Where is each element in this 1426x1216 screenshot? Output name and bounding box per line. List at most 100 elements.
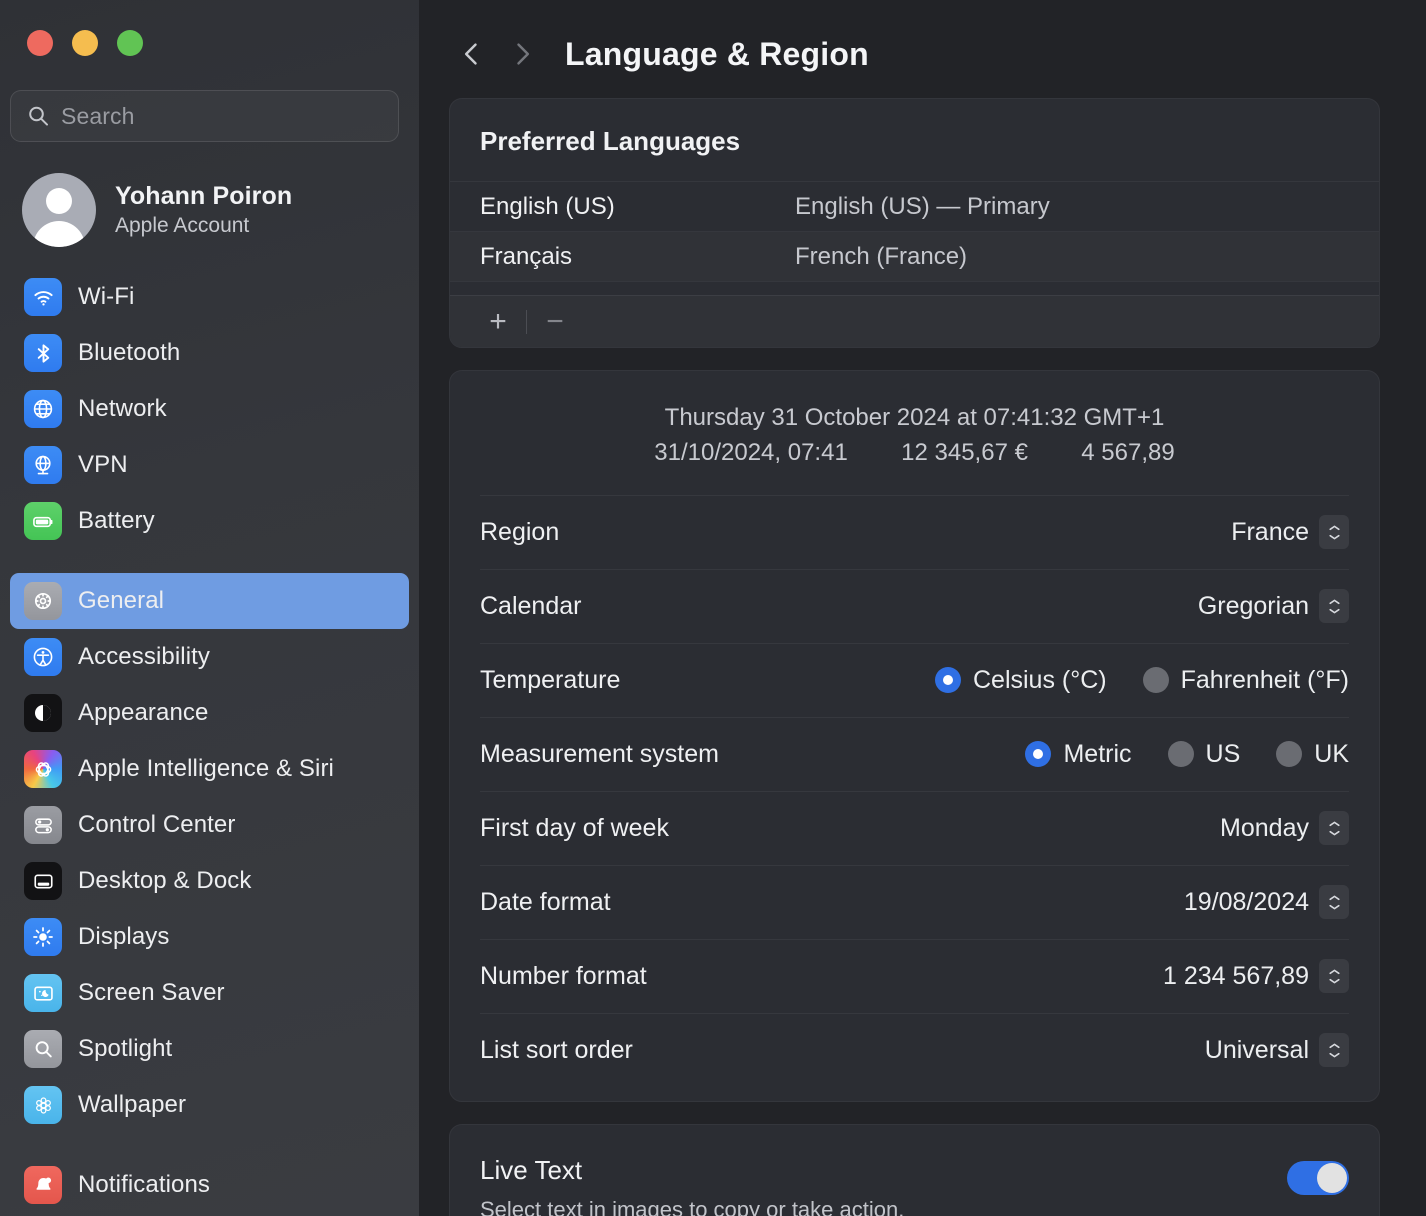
measurement-option-uk[interactable]: UK bbox=[1276, 740, 1349, 769]
setting-label: Date format bbox=[480, 888, 611, 917]
globe-icon bbox=[24, 390, 62, 428]
sidebar-item-label: Control Center bbox=[78, 811, 235, 839]
sidebar-item-notifications[interactable]: Notifications bbox=[10, 1157, 409, 1213]
temperature-option-fahrenheit[interactable]: Fahrenheit (°F) bbox=[1143, 666, 1349, 695]
sidebar-item-apple-intelligence-siri[interactable]: Apple Intelligence & Siri bbox=[10, 741, 409, 797]
setting-row-calendar: Calendar Gregorian bbox=[480, 569, 1349, 643]
region-stepper[interactable] bbox=[1319, 515, 1349, 549]
preview-long-date: Thursday 31 October 2024 at 07:41:32 GMT… bbox=[480, 401, 1349, 436]
preview-short-date: 31/10/2024, 07:41 bbox=[654, 436, 848, 471]
account-name: Yohann Poiron bbox=[115, 182, 292, 211]
measurement-option-metric[interactable]: Metric bbox=[1025, 740, 1131, 769]
sidebar-item-control-center[interactable]: Control Center bbox=[10, 797, 409, 853]
setting-row-first-day-of-week: First day of week Monday bbox=[480, 791, 1349, 865]
back-button[interactable] bbox=[449, 31, 495, 77]
vpn-globe-icon bbox=[24, 446, 62, 484]
table-row[interactable]: English (US) English (US) — Primary bbox=[450, 181, 1379, 231]
screen-saver-icon bbox=[24, 974, 62, 1012]
live-text-panel: Live Text Select text in images to copy … bbox=[449, 1124, 1380, 1216]
sidebar-item-screen-saver[interactable]: Screen Saver bbox=[10, 965, 409, 1021]
desktop-dock-icon bbox=[24, 862, 62, 900]
setting-value: 19/08/2024 bbox=[1184, 888, 1309, 917]
sidebar-item-desktop-dock[interactable]: Desktop & Dock bbox=[10, 853, 409, 909]
page-title: Language & Region bbox=[565, 36, 869, 73]
format-preview: Thursday 31 October 2024 at 07:41:32 GMT… bbox=[450, 371, 1379, 495]
sidebar-group-network: Wi-Fi Bluetooth bbox=[10, 269, 409, 549]
first-day-stepper[interactable] bbox=[1319, 811, 1349, 845]
remove-language-button[interactable]: − bbox=[533, 307, 577, 337]
calendar-stepper[interactable] bbox=[1319, 589, 1349, 623]
temperature-option-celsius[interactable]: Celsius (°C) bbox=[935, 666, 1107, 695]
sidebar-item-label: Battery bbox=[78, 507, 155, 535]
wallpaper-icon bbox=[24, 1086, 62, 1124]
sidebar-item-displays[interactable]: Displays bbox=[10, 909, 409, 965]
radio-button[interactable] bbox=[935, 667, 961, 693]
live-text-toggle[interactable] bbox=[1287, 1161, 1349, 1195]
region-formats-panel: Thursday 31 October 2024 at 07:41:32 GMT… bbox=[449, 370, 1380, 1102]
toolbar: Language & Region bbox=[419, 0, 1426, 86]
language-name: English (US) bbox=[480, 193, 795, 221]
apple-account-row[interactable]: Yohann Poiron Apple Account bbox=[0, 142, 419, 247]
sidebar-nav: Wi-Fi Bluetooth bbox=[0, 247, 419, 1213]
setting-label: Number format bbox=[480, 962, 647, 991]
sidebar-item-accessibility[interactable]: Accessibility bbox=[10, 629, 409, 685]
sidebar-item-label: VPN bbox=[78, 451, 128, 479]
toggle-knob bbox=[1317, 1163, 1347, 1193]
live-text-title: Live Text bbox=[480, 1155, 904, 1186]
sidebar-group-notifications: Notifications bbox=[10, 1157, 409, 1213]
sidebar-item-label: Wi-Fi bbox=[78, 283, 134, 311]
setting-row-number-format: Number format 1 234 567,89 bbox=[480, 939, 1349, 1013]
table-row[interactable]: Français French (France) bbox=[450, 231, 1379, 281]
sidebar-item-wi-fi[interactable]: Wi-Fi bbox=[10, 269, 409, 325]
appearance-icon bbox=[24, 694, 62, 732]
minimize-button[interactable] bbox=[72, 30, 98, 56]
setting-value: France bbox=[1231, 518, 1309, 547]
live-text-row: Live Text Select text in images to copy … bbox=[450, 1125, 1379, 1216]
radio-button[interactable] bbox=[1276, 741, 1302, 767]
radio-button[interactable] bbox=[1025, 741, 1051, 767]
date-format-stepper[interactable] bbox=[1319, 885, 1349, 919]
radio-button[interactable] bbox=[1168, 741, 1194, 767]
sidebar-item-label: Bluetooth bbox=[78, 339, 180, 367]
measurement-option-us[interactable]: US bbox=[1168, 740, 1241, 769]
system-settings-window: ❯ ❮ ❮ Search bbox=[0, 0, 1426, 1216]
sidebar-item-general[interactable]: General bbox=[10, 573, 409, 629]
window-traffic-lights bbox=[0, 0, 419, 56]
sidebar-item-bluetooth[interactable]: Bluetooth bbox=[10, 325, 409, 381]
sidebar-item-label: Screen Saver bbox=[78, 979, 225, 1007]
sidebar-item-network[interactable]: Network bbox=[10, 381, 409, 437]
live-text-subtitle: Select text in images to copy or take ac… bbox=[480, 1197, 904, 1216]
radio-label: Celsius (°C) bbox=[973, 666, 1107, 695]
search-input[interactable]: Search bbox=[10, 90, 399, 142]
setting-label: Region bbox=[480, 518, 559, 547]
sidebar-item-label: Apple Intelligence & Siri bbox=[78, 755, 334, 783]
setting-row-region: Region France bbox=[480, 495, 1349, 569]
sidebar-item-wallpaper[interactable]: Wallpaper bbox=[10, 1077, 409, 1133]
add-language-button[interactable]: + bbox=[476, 307, 520, 337]
sidebar-divider-2 bbox=[10, 1133, 409, 1157]
close-button[interactable] bbox=[27, 30, 53, 56]
battery-icon bbox=[24, 502, 62, 540]
sidebar-group-system: General Accessibility bbox=[10, 573, 409, 1133]
setting-row-date-format: Date format 19/08/2024 bbox=[480, 865, 1349, 939]
setting-value: Gregorian bbox=[1198, 592, 1309, 621]
sidebar-item-spotlight[interactable]: Spotlight bbox=[10, 1021, 409, 1077]
list-sort-order-stepper[interactable] bbox=[1319, 1033, 1349, 1067]
zoom-button[interactable] bbox=[117, 30, 143, 56]
language-description: French (France) bbox=[795, 243, 967, 271]
sidebar-item-vpn[interactable]: VPN bbox=[10, 437, 409, 493]
sidebar-item-battery[interactable]: Battery bbox=[10, 493, 409, 549]
setting-label: List sort order bbox=[480, 1036, 633, 1065]
number-format-stepper[interactable] bbox=[1319, 959, 1349, 993]
control-center-icon bbox=[24, 806, 62, 844]
forward-button[interactable] bbox=[499, 31, 545, 77]
search-placeholder: Search bbox=[61, 103, 134, 130]
sidebar-item-appearance[interactable]: Appearance bbox=[10, 685, 409, 741]
table-empty-row bbox=[450, 281, 1379, 295]
radio-label: Fahrenheit (°F) bbox=[1181, 666, 1349, 695]
panel-title: Preferred Languages bbox=[450, 99, 1379, 181]
setting-row-list-sort-order: List sort order Universal bbox=[480, 1013, 1349, 1087]
radio-button[interactable] bbox=[1143, 667, 1169, 693]
language-list-actions: + − bbox=[450, 295, 1379, 347]
sidebar-item-label: Network bbox=[78, 395, 167, 423]
